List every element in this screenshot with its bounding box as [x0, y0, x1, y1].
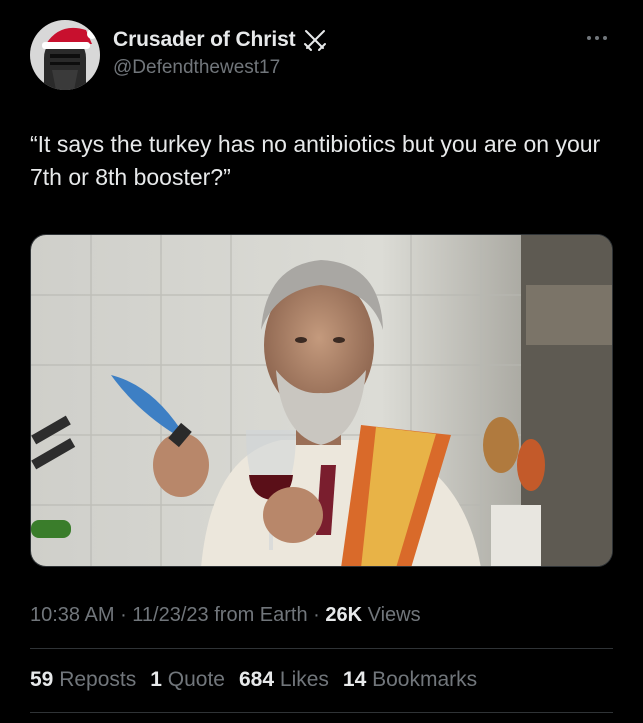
avatar[interactable]: [30, 20, 100, 90]
tweet-header: Crusader of Christ @Defendthewest17: [0, 0, 643, 100]
divider: [30, 648, 613, 649]
likes-count: 684: [239, 668, 275, 691]
likes-stat[interactable]: 684 Likes: [239, 668, 329, 692]
views-count: 26K: [325, 604, 363, 626]
more-options-button[interactable]: [582, 26, 612, 50]
display-name-row: Crusader of Christ: [113, 27, 328, 53]
photo-man-holding-knife-and-wine: [31, 235, 612, 566]
more-dots-icon: [587, 36, 607, 40]
tweet-text: “It says the turkey has no antibiotics b…: [30, 131, 601, 190]
display-name[interactable]: Crusader of Christ: [113, 28, 296, 52]
quotes-label: Quote: [167, 668, 225, 691]
meta-separator: ·: [114, 604, 133, 626]
tweet-date[interactable]: 11/23/23: [132, 604, 208, 626]
quotes-stat[interactable]: 1 Quote: [150, 668, 225, 692]
bookmarks-label: Bookmarks: [372, 668, 478, 691]
quotes-count: 1: [150, 668, 162, 691]
divider: [30, 712, 613, 713]
meta-separator: ·: [307, 604, 326, 626]
reposts-stat[interactable]: 59 Reposts: [30, 668, 136, 692]
tweet-media-photo[interactable]: [30, 234, 613, 567]
tweet-source: from Earth: [208, 604, 308, 626]
views-label: Views: [362, 604, 421, 626]
user-handle[interactable]: @Defendthewest17: [113, 57, 280, 79]
engagement-stats: 59 Reposts 1 Quote 684 Likes 14 Bookmark…: [30, 668, 477, 692]
likes-label: Likes: [279, 668, 329, 691]
bookmarks-count: 14: [342, 668, 367, 691]
reposts-count: 59: [30, 668, 54, 691]
tweet-meta: 10:38 AM · 11/23/23 from Earth · 26K Vie…: [30, 604, 421, 627]
tweet-time[interactable]: 10:38 AM: [30, 604, 115, 626]
knight-helmet-avatar-icon: [30, 20, 100, 90]
crossed-swords-icon: [303, 30, 326, 51]
bookmarks-stat[interactable]: 14 Bookmarks: [343, 668, 477, 692]
reposts-label: Reposts: [59, 668, 137, 691]
